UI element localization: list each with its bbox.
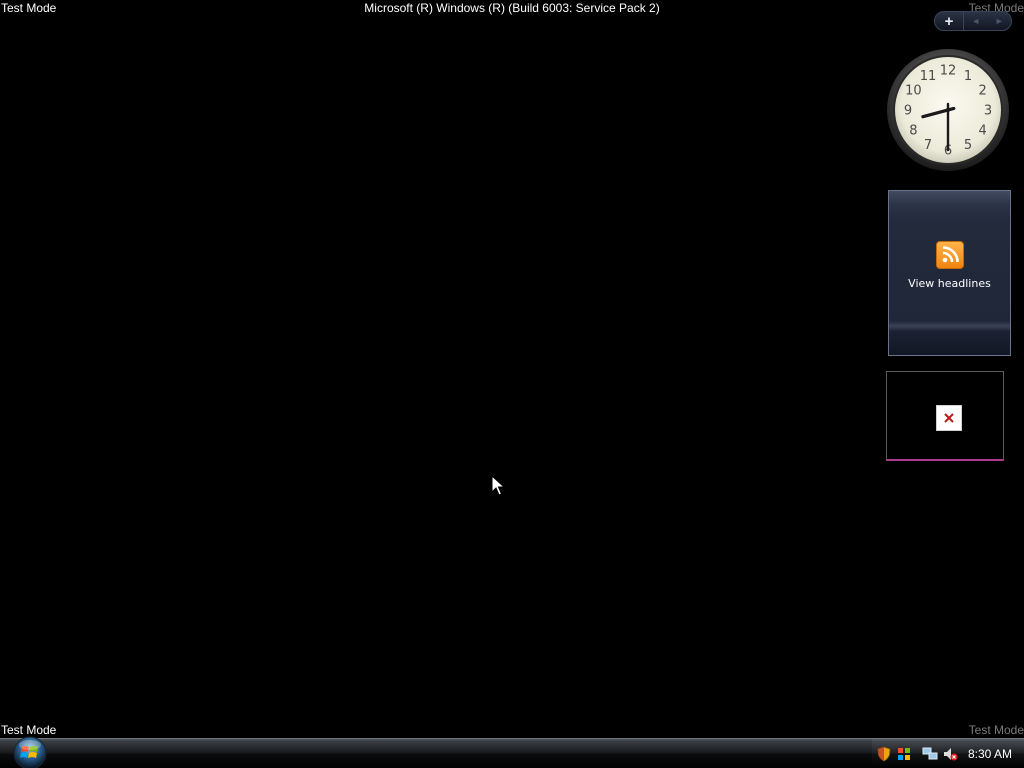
broken-image-icon: [936, 405, 962, 431]
windows-start-orb-icon: [13, 736, 47, 768]
rss-feed-icon: [936, 241, 964, 269]
previous-gadget-page-button[interactable]: ◄: [964, 12, 988, 30]
sidebar-controls: + ◄ ►: [934, 11, 1012, 31]
clock-numeral: 5: [964, 138, 972, 153]
volume-muted-icon[interactable]: [942, 746, 958, 762]
clock-numeral: 12: [940, 64, 957, 79]
view-headlines-label[interactable]: View headlines: [889, 277, 1010, 290]
test-mode-watermark-bottom-right: Test Mode: [968, 723, 1024, 737]
clock-numeral: 10: [905, 84, 922, 99]
mouse-pointer-icon: [491, 475, 505, 496]
clock-numeral: 4: [978, 124, 986, 139]
feed-headlines-gadget[interactable]: View headlines: [888, 190, 1011, 356]
clock-center-pin: [945, 107, 951, 113]
clock-gadget[interactable]: 121234567891011: [886, 48, 1010, 172]
clock-numeral: 1: [964, 69, 972, 84]
windows-update-icon[interactable]: [896, 746, 912, 762]
clock-face: 121234567891011: [887, 49, 1009, 171]
taskbar-clock[interactable]: 8:30 AM: [968, 747, 1012, 761]
clock-numeral: 2: [978, 84, 986, 99]
taskbar: 8:30 AM: [0, 735, 1024, 768]
notification-area: 8:30 AM: [872, 739, 1024, 768]
add-gadget-button[interactable]: +: [935, 12, 964, 30]
broken-gadget[interactable]: [886, 371, 1004, 461]
build-watermark: Microsoft (R) Windows (R) (Build 6003: S…: [364, 1, 660, 15]
clock-numeral: 8: [909, 124, 917, 139]
start-button[interactable]: [8, 735, 52, 768]
clock-numeral: 7: [924, 138, 932, 153]
clock-numeral: 11: [920, 69, 937, 84]
clock-numeral: 3: [984, 104, 992, 119]
clock-numeral: 9: [904, 104, 912, 119]
security-shield-icon[interactable]: [876, 746, 892, 762]
next-gadget-page-button[interactable]: ►: [988, 12, 1012, 30]
desktop[interactable]: Test Mode Microsoft (R) Windows (R) (Bui…: [0, 0, 1024, 768]
network-icon[interactable]: [922, 746, 938, 762]
